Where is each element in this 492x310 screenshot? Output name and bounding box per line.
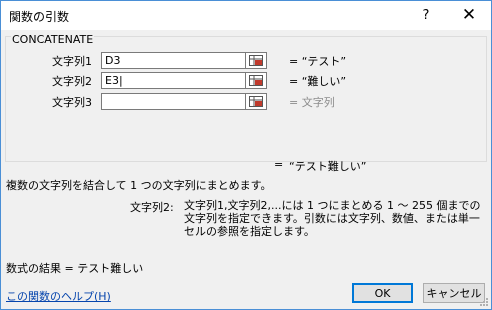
arg1-input[interactable]: D3 (101, 52, 246, 69)
arg2-label: 文字列2 (52, 75, 92, 88)
resize-grip-icon[interactable] (479, 297, 489, 307)
arg3-label: 文字列3 (52, 96, 92, 109)
arg2-result: = “難しい” (289, 75, 347, 88)
arg-description-text: 文字列1,文字列2,...には 1 つにまとめる 1 〜 255 個までの文字列… (184, 199, 481, 238)
range-select-icon (249, 75, 263, 86)
arg-description-label: 文字列2: (130, 201, 174, 214)
function-result-value: “テスト難しい” (289, 160, 367, 173)
arg2-input[interactable]: E3| (101, 72, 246, 89)
range-select-icon (249, 96, 263, 107)
ok-button[interactable]: OK (352, 283, 413, 303)
formula-result: 数式の結果 = テスト難しい (6, 262, 144, 275)
title-bar: 関数の引数 ? ✕ (1, 1, 491, 30)
arg1-ref-button[interactable] (245, 52, 267, 69)
arg3-input[interactable] (101, 93, 246, 110)
arg3-result: = 文字列 (289, 96, 335, 109)
arg3-ref-button[interactable] (245, 93, 267, 110)
range-select-icon (249, 55, 263, 66)
function-description: 複数の文字列を結合して 1 つの文字列にまとめます。 (6, 179, 272, 192)
function-help-link[interactable]: この関数のヘルプ(H) (6, 288, 111, 304)
function-result-eq: = (274, 158, 284, 171)
cancel-button[interactable]: キャンセル (423, 283, 485, 303)
arg1-result: = “テスト” (289, 55, 347, 68)
close-button[interactable]: ✕ (447, 1, 491, 30)
function-arguments-dialog: 関数の引数 ? ✕ CONCATENATE 文字列1 D3 = “テスト” 文字… (0, 0, 492, 310)
arg1-label: 文字列1 (52, 55, 92, 68)
window-title: 関数の引数 (9, 10, 70, 24)
help-button[interactable]: ? (411, 1, 441, 30)
function-name: CONCATENATE (11, 33, 95, 46)
arg2-ref-button[interactable] (245, 72, 267, 89)
